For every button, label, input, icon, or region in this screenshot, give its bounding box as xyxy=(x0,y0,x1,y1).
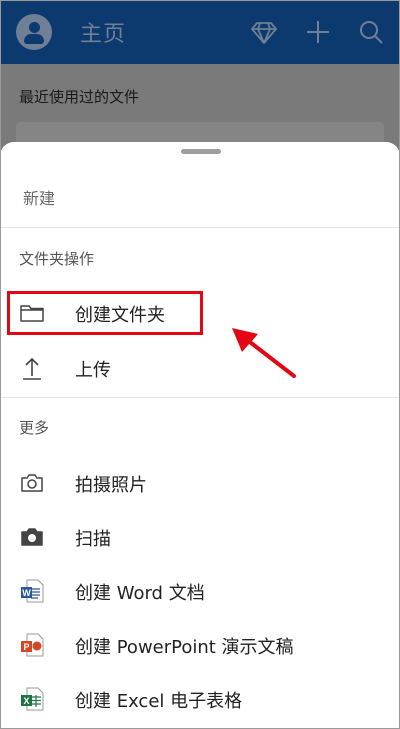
page-title: 主页 xyxy=(80,22,127,47)
diamond-icon[interactable] xyxy=(250,18,278,46)
powerpoint-icon: P xyxy=(21,633,44,657)
create-bottom-sheet: 新建 文件夹操作 创建文件夹 上传 更多 拍摄照片 扫描 W 创建 Word 文… xyxy=(0,142,400,729)
camera-outline-icon xyxy=(21,474,43,492)
divider xyxy=(0,397,400,398)
more-section-label: 更多 xyxy=(19,419,50,437)
scan-label: 扫描 xyxy=(75,529,111,550)
highlight-box xyxy=(7,291,203,335)
excel-icon: X xyxy=(21,687,44,711)
upload-item[interactable]: 上传 xyxy=(0,343,400,393)
upload-icon xyxy=(23,357,41,380)
camera-filled-icon xyxy=(21,528,43,546)
sheet-title: 新建 xyxy=(23,189,56,208)
create-excel-item[interactable]: X 创建 Excel 电子表格 xyxy=(0,674,400,724)
create-word-label: 创建 Word 文档 xyxy=(75,583,205,604)
svg-text:W: W xyxy=(22,588,31,598)
create-powerpoint-label: 创建 PowerPoint 演示文稿 xyxy=(75,637,294,658)
create-excel-label: 创建 Excel 电子表格 xyxy=(75,691,243,712)
take-photo-label: 拍摄照片 xyxy=(75,475,147,496)
app-header: 主页 xyxy=(0,0,400,64)
avatar[interactable] xyxy=(16,14,52,50)
svg-text:P: P xyxy=(23,642,29,652)
scan-item[interactable]: 扫描 xyxy=(0,512,400,562)
annotation-arrow-icon xyxy=(232,328,296,378)
create-powerpoint-item[interactable]: P 创建 PowerPoint 演示文稿 xyxy=(0,620,400,670)
divider xyxy=(0,227,400,228)
svg-text:X: X xyxy=(23,696,29,706)
take-photo-item[interactable]: 拍摄照片 xyxy=(0,458,400,508)
create-word-item[interactable]: W 创建 Word 文档 xyxy=(0,566,400,616)
recent-files-label: 最近使用过的文件 xyxy=(19,88,140,106)
folder-section-label: 文件夹操作 xyxy=(19,250,95,268)
word-icon: W xyxy=(21,579,44,603)
home-content: 最近使用过的文件 xyxy=(0,64,400,152)
sheet-drag-handle[interactable] xyxy=(181,149,221,154)
search-icon[interactable] xyxy=(357,18,385,46)
upload-label: 上传 xyxy=(75,360,111,381)
add-icon[interactable] xyxy=(304,18,332,46)
